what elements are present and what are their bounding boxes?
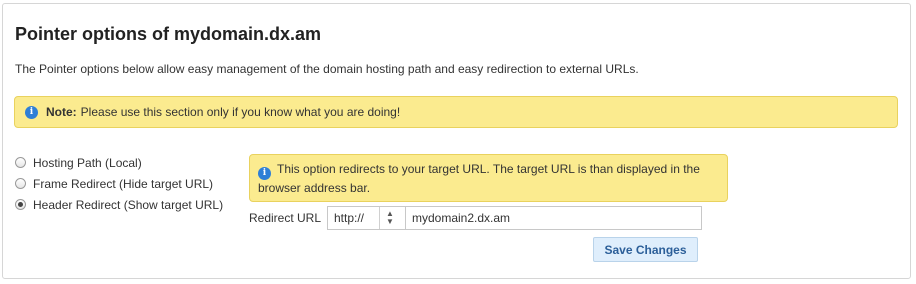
page-description: The Pointer options below allow easy man… [15,62,639,76]
radio-button-selected[interactable] [15,199,26,210]
radio-label[interactable]: Frame Redirect (Hide target URL) [33,177,213,191]
select-arrows-icon: ▲ ▼ [386,209,394,226]
callout-text: This option redirects to your target URL… [258,162,700,195]
radio-button[interactable] [15,178,26,189]
radio-label[interactable]: Hosting Path (Local) [33,156,142,170]
redirect-url-row: Redirect URL http:// ▲ ▼ [249,206,702,230]
page-title: Pointer options of mydomain.dx.am [15,24,322,44]
radio-option-frame-redirect[interactable]: Frame Redirect (Hide target URL) [15,173,223,194]
protocol-select[interactable]: http:// ▲ ▼ [327,206,405,230]
protocol-value: http:// [334,211,365,225]
redirect-url-input[interactable] [405,206,702,230]
info-icon: i [258,167,271,180]
info-icon: i [25,105,38,119]
note-banner: i Note: Please use this section only if … [14,96,898,128]
note-label: Note: [46,105,77,119]
redirect-url-label: Redirect URL [249,211,322,225]
note-text: Please use this section only if you know… [80,105,401,119]
radio-option-header-redirect[interactable]: Header Redirect (Show target URL) [15,194,223,215]
pointer-type-radio-group: Hosting Path (Local) Frame Redirect (Hid… [15,152,223,215]
radio-option-hosting-path[interactable]: Hosting Path (Local) [15,152,223,173]
redirect-info-callout: i This option redirects to your target UR… [249,154,728,202]
radio-button[interactable] [15,157,26,168]
save-changes-button[interactable]: Save Changes [593,237,698,262]
radio-label[interactable]: Header Redirect (Show target URL) [33,198,223,212]
